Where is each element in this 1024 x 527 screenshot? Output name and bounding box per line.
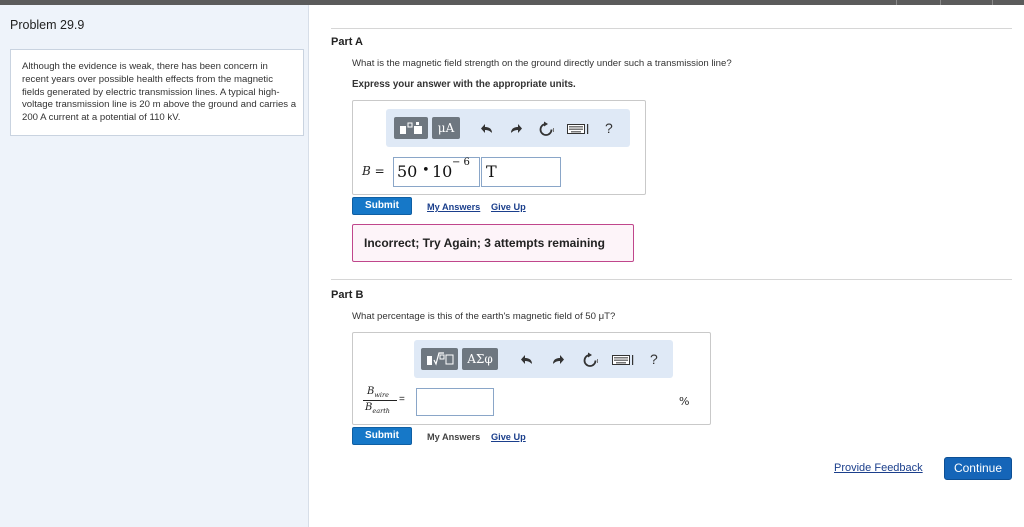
problem-sidebar: Problem 29.9 Although the evidence is we… bbox=[0, 5, 309, 527]
part-a-my-answers-link[interactable]: My Answers bbox=[427, 202, 480, 212]
fraction-bar bbox=[363, 400, 397, 401]
part-b-title: Part B bbox=[331, 289, 364, 301]
undo-icon[interactable] bbox=[520, 354, 534, 368]
units-button[interactable]: μA bbox=[432, 117, 460, 139]
percentage-input[interactable] bbox=[416, 388, 494, 416]
part-b-give-up-link[interactable]: Give Up bbox=[491, 432, 526, 442]
main-content: Part A What is the magnetic field streng… bbox=[329, 0, 1024, 527]
exponent-base: 10 bbox=[432, 162, 453, 181]
part-a-give-up-link[interactable]: Give Up bbox=[491, 202, 526, 212]
ratio-denominator-sub: earth bbox=[372, 407, 390, 415]
part-a-question: What is the magnetic field strength on t… bbox=[352, 58, 732, 69]
problem-statement: Although the evidence is weak, there has… bbox=[10, 49, 304, 136]
redo-icon[interactable] bbox=[509, 123, 523, 137]
part-b-my-answers-link[interactable]: My Answers bbox=[427, 432, 480, 442]
keyboard-icon[interactable] bbox=[612, 354, 636, 368]
percent-unit: % bbox=[679, 395, 690, 408]
symbols-button[interactable]: ΑΣφ bbox=[462, 348, 498, 370]
mantissa: 50 bbox=[397, 162, 418, 181]
divider bbox=[331, 279, 1012, 280]
part-b-answer-box: ΑΣφ ? Bwire Bearth = % bbox=[352, 332, 711, 425]
part-b-toolbar: ΑΣφ ? bbox=[414, 340, 673, 378]
part-a-toolbar: μA ? bbox=[386, 109, 630, 147]
divider bbox=[331, 28, 1012, 29]
part-a-title: Part A bbox=[331, 36, 363, 48]
undo-icon[interactable] bbox=[480, 123, 494, 137]
help-button[interactable]: ? bbox=[605, 121, 613, 135]
ratio-label: Bwire Bearth bbox=[363, 386, 399, 416]
reset-icon[interactable] bbox=[582, 352, 600, 370]
value-input[interactable]: 50 • 10 − 6 bbox=[393, 157, 480, 187]
multiply-dot: • bbox=[422, 163, 430, 178]
part-a-answer-box: μA ? B = 50 • 10 − 6 T bbox=[352, 100, 646, 195]
part-b-submit-button[interactable]: Submit bbox=[352, 427, 412, 445]
provide-feedback-link[interactable]: Provide Feedback bbox=[834, 462, 923, 474]
ratio-numerator-sub: wire bbox=[374, 391, 389, 399]
variable-label: B = bbox=[362, 164, 385, 178]
part-a-submit-button[interactable]: Submit bbox=[352, 197, 412, 215]
part-a-feedback: Incorrect; Try Again; 3 attempts remaini… bbox=[352, 224, 634, 262]
unit-value: T bbox=[486, 162, 497, 181]
feedback-message: Incorrect; Try Again; 3 attempts remaini… bbox=[364, 236, 605, 250]
unit-input[interactable]: T bbox=[481, 157, 561, 187]
keyboard-icon[interactable] bbox=[567, 123, 591, 137]
reset-icon[interactable] bbox=[538, 121, 556, 139]
templates-icon[interactable] bbox=[421, 348, 458, 370]
continue-button[interactable]: Continue bbox=[944, 457, 1012, 480]
help-button[interactable]: ? bbox=[650, 352, 658, 366]
equals-sign: = bbox=[399, 394, 405, 405]
problem-title: Problem 29.9 bbox=[10, 18, 85, 32]
templates-icon[interactable] bbox=[394, 117, 428, 139]
exponent: − 6 bbox=[452, 157, 470, 168]
part-b-question: What percentage is this of the earth's m… bbox=[352, 311, 616, 322]
part-a-instruction: Express your answer with the appropriate… bbox=[352, 79, 576, 90]
redo-icon[interactable] bbox=[551, 354, 565, 368]
